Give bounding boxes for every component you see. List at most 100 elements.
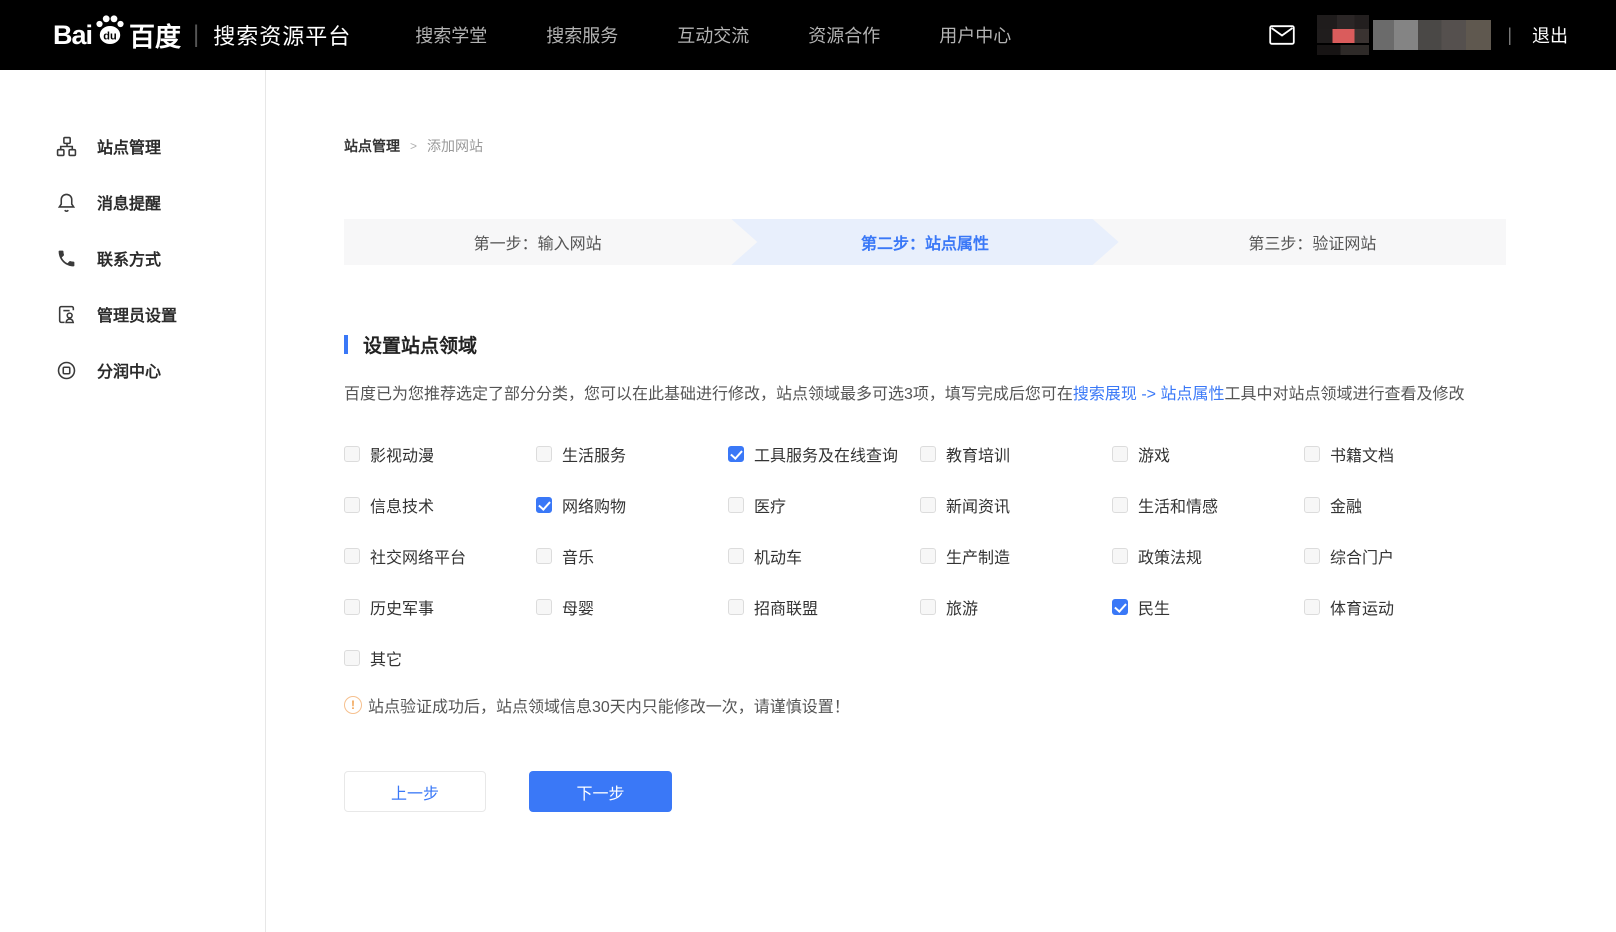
baidu-paw-icon: du	[93, 14, 127, 51]
navbar-right: | 退出	[1269, 15, 1568, 55]
category-checkbox-item[interactable]: 影视动漫	[344, 442, 536, 466]
category-checkbox[interactable]	[1112, 497, 1128, 513]
sidebar: 站点管理 消息提醒 联系方式	[0, 70, 266, 932]
category-checkbox-item[interactable]: 生产制造	[920, 544, 1112, 568]
category-checkbox-item[interactable]: 旅游	[920, 595, 1112, 619]
breadcrumb-site-management[interactable]: 站点管理	[344, 136, 400, 156]
category-label: 音乐	[562, 544, 594, 568]
category-checkbox-item[interactable]: 生活和情感	[1112, 493, 1304, 517]
sitemap-icon	[55, 136, 77, 157]
sidebar-item-label: 联系方式	[97, 246, 161, 270]
baidu-logo[interactable]: Bai du 百度 | 搜索资源平台	[53, 14, 351, 57]
nav-item-user-center[interactable]: 用户中心	[939, 22, 1011, 48]
category-checkbox-item[interactable]: 音乐	[536, 544, 728, 568]
category-checkbox-item[interactable]: 体育运动	[1304, 595, 1496, 619]
category-checkbox-item[interactable]: 历史军事	[344, 595, 536, 619]
category-label: 旅游	[946, 595, 978, 619]
nav-item-resource-coop[interactable]: 资源合作	[808, 22, 880, 48]
category-checkbox[interactable]	[920, 548, 936, 564]
category-checkbox[interactable]	[344, 548, 360, 564]
category-checkbox[interactable]	[344, 446, 360, 462]
sidebar-item-admin-settings[interactable]: 管理员设置	[0, 286, 265, 342]
category-checkbox-item[interactable]: 网络购物	[536, 493, 728, 517]
previous-step-button[interactable]: 上一步	[344, 771, 486, 812]
category-label: 影视动漫	[370, 442, 434, 466]
breadcrumb: 站点管理 > 添加网站	[344, 136, 1506, 156]
category-checkbox-item[interactable]: 母婴	[536, 595, 728, 619]
sidebar-item-profit-center[interactable]: 分润中心	[0, 342, 265, 398]
category-label: 招商联盟	[754, 595, 818, 619]
username-blurred[interactable]	[1373, 20, 1491, 50]
category-label: 书籍文档	[1330, 442, 1394, 466]
warning-message: ! 站点验证成功后，站点领域信息30天内只能修改一次，请谨慎设置！	[344, 693, 1506, 717]
profit-center-icon	[55, 360, 77, 381]
category-checkbox-item[interactable]: 综合门户	[1304, 544, 1496, 568]
category-checkbox-item[interactable]: 社交网络平台	[344, 544, 536, 568]
logo-divider: |	[193, 21, 199, 49]
category-checkbox[interactable]	[536, 548, 552, 564]
category-checkbox[interactable]	[1112, 599, 1128, 615]
nav-item-search-service[interactable]: 搜索服务	[546, 22, 618, 48]
category-label: 综合门户	[1330, 544, 1394, 568]
sidebar-item-site-management[interactable]: 站点管理	[0, 118, 265, 174]
next-step-button[interactable]: 下一步	[529, 771, 672, 812]
category-checkbox-item[interactable]: 生活服务	[536, 442, 728, 466]
category-checkbox[interactable]	[536, 599, 552, 615]
category-checkbox-item[interactable]: 医疗	[728, 493, 920, 517]
section-description: 百度已为您推荐选定了部分分类，您可以在此基础进行修改，站点领域最多可选3项，填写…	[344, 378, 1506, 412]
sidebar-item-notifications[interactable]: 消息提醒	[0, 174, 265, 230]
description-text-after: 工具中对站点领域进行查看及修改	[1224, 386, 1464, 403]
category-checkbox[interactable]	[1304, 497, 1320, 513]
user-avatar-blurred[interactable]	[1317, 15, 1369, 55]
mail-icon[interactable]	[1269, 25, 1295, 45]
breadcrumb-add-site: 添加网站	[427, 136, 483, 156]
category-checkbox-item[interactable]: 招商联盟	[728, 595, 920, 619]
description-text-before: 百度已为您推荐选定了部分分类，您可以在此基础进行修改，站点领域最多可选3项，填写…	[344, 386, 1073, 403]
bell-icon	[55, 192, 77, 213]
category-label: 教育培训	[946, 442, 1010, 466]
category-checkbox[interactable]	[536, 497, 552, 513]
category-checkbox[interactable]	[344, 497, 360, 513]
search-display-site-attributes-link[interactable]: 搜索展现 -> 站点属性	[1073, 386, 1225, 403]
category-checkbox[interactable]	[1304, 599, 1320, 615]
category-checkbox-item[interactable]: 机动车	[728, 544, 920, 568]
category-checkbox-item[interactable]: 教育培训	[920, 442, 1112, 466]
sidebar-item-contact[interactable]: 联系方式	[0, 230, 265, 286]
category-checkbox-item[interactable]: 书籍文档	[1304, 442, 1496, 466]
category-label: 网络购物	[562, 493, 626, 517]
baidu-logo-text: Bai	[53, 20, 92, 51]
category-checkbox[interactable]	[344, 650, 360, 666]
category-checkbox[interactable]	[728, 446, 744, 462]
logout-button[interactable]: 退出	[1532, 22, 1568, 48]
category-checkbox-item[interactable]: 游戏	[1112, 442, 1304, 466]
category-label: 政策法规	[1138, 544, 1202, 568]
section-title-accent-bar	[344, 335, 348, 354]
category-checkbox-item[interactable]: 政策法规	[1112, 544, 1304, 568]
section-title: 设置站点领域	[363, 331, 477, 358]
category-checkbox[interactable]	[920, 497, 936, 513]
category-checkbox-item[interactable]: 民生	[1112, 595, 1304, 619]
category-checkbox-item[interactable]: 其它	[344, 646, 536, 670]
top-navbar: Bai du 百度 | 搜索资源平台 搜索学堂 搜索服务 互动交流 资源合作 用…	[0, 0, 1616, 70]
category-checkbox[interactable]	[1112, 446, 1128, 462]
category-checkbox[interactable]	[536, 446, 552, 462]
category-label: 生活服务	[562, 442, 626, 466]
category-checkbox[interactable]	[728, 548, 744, 564]
category-checkbox[interactable]	[728, 497, 744, 513]
category-checkbox[interactable]	[728, 599, 744, 615]
category-checkbox-item[interactable]: 金融	[1304, 493, 1496, 517]
nav-item-search-school[interactable]: 搜索学堂	[415, 22, 487, 48]
category-checkbox[interactable]	[344, 599, 360, 615]
category-label: 医疗	[754, 493, 786, 517]
category-checkbox[interactable]	[1304, 446, 1320, 462]
category-checkbox[interactable]	[1112, 548, 1128, 564]
category-checkbox-item[interactable]: 工具服务及在线查询	[728, 442, 920, 466]
category-checkbox[interactable]	[1304, 548, 1320, 564]
nav-item-interaction[interactable]: 互动交流	[677, 22, 749, 48]
breadcrumb-separator: >	[410, 139, 417, 153]
category-checkbox-item[interactable]: 新闻资讯	[920, 493, 1112, 517]
category-checkbox[interactable]	[920, 446, 936, 462]
category-checkbox-item[interactable]: 信息技术	[344, 493, 536, 517]
category-grid: 影视动漫 生活服务 工具服务及在线查询 教育培训 游戏 书籍文档 信息技术 网络…	[344, 428, 1506, 683]
category-checkbox[interactable]	[920, 599, 936, 615]
